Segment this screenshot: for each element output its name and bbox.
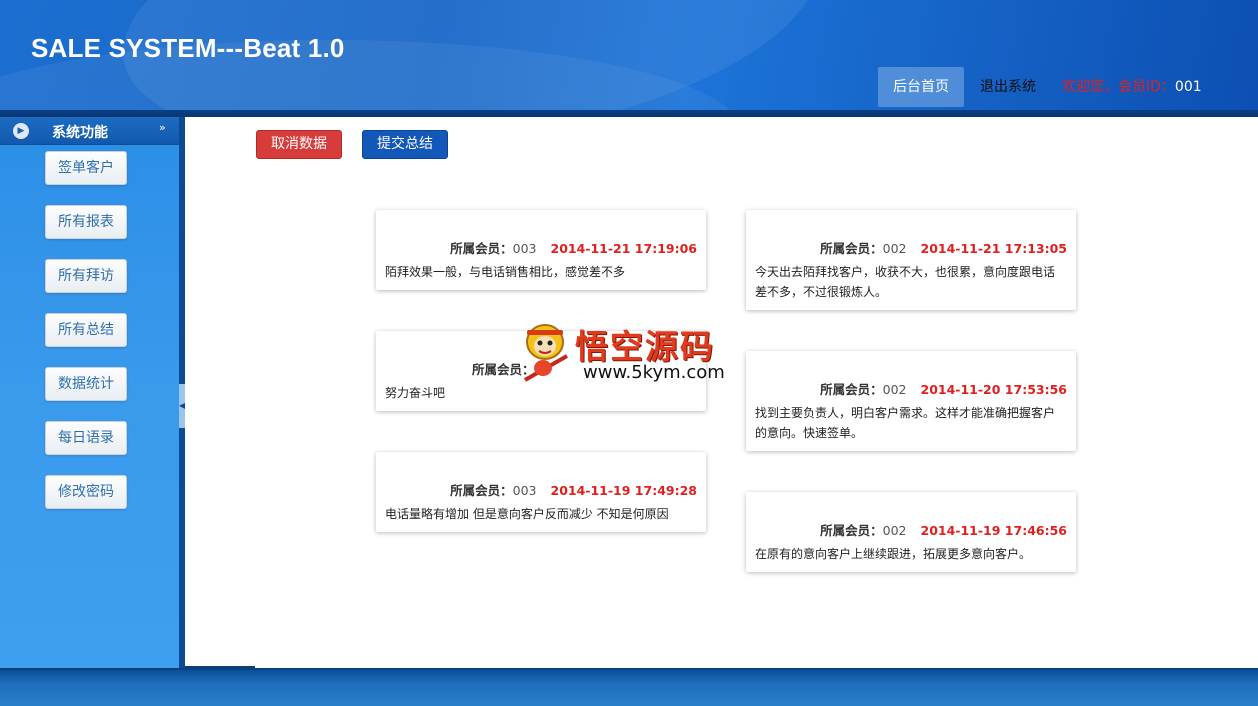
sidebar-item-all-summaries[interactable]: 所有总结 [45,313,127,347]
timestamp: 2014-11-19 17:49:28 [550,483,698,498]
header-divider [0,110,1258,117]
welcome-text: 欢迎您，会员ID：001 [1062,67,1202,107]
summary-text: 在原有的意向客户上继续跟进，拓展更多意向客户。 [755,547,1032,561]
member-id: 002 [882,523,907,538]
sidebar-title: 系统功能 [52,125,108,141]
sidebar-header[interactable]: ▶ 系统功能 » [0,117,179,145]
sidebar-item-statistics[interactable]: 数据统计 [45,367,127,401]
watermark-logo: 悟空源码 www.5kym.com [515,318,745,388]
summary-card: 所属会员：002 2014-11-19 17:46:56 在原有的意向客户上继续跟… [746,492,1076,572]
member-id: 001 [1174,79,1202,95]
summary-text: 今天出去陌拜找客户，收获不大，也很累，意向度跟电话差不多，不过很锻炼人。 [755,265,1056,299]
play-circle-icon: ▶ [13,123,29,139]
sidebar-item-change-password[interactable]: 修改密码 [45,475,127,509]
monkey-mascot-icon [524,324,568,382]
sidebar-item-daily-quotes[interactable]: 每日语录 [45,421,127,455]
welcome-label: 欢迎您，会员ID： [1062,79,1175,95]
timestamp: 2014-11-19 17:46:56 [920,523,1068,538]
summary-text: 电话量略有增加 但是意向客户反而减少 不知是何原因 [385,507,669,521]
header-banner: SALE SYSTEM---Beat 1.0 后台首页 退出系统 欢迎您，会员I… [0,0,1258,113]
cancel-data-button[interactable]: 取消数据 [256,130,342,159]
timestamp: 2014-11-20 17:53:56 [920,382,1068,397]
summary-card: 所属会员：002 2014-11-20 17:53:56 找到主要负责人，明白客户… [746,351,1076,451]
member-id: 003 [512,241,537,256]
watermark-url: www.5kym.com [583,362,725,383]
member-label: 所属会员： [450,483,513,498]
summary-text: 陌拜效果一般，与电话销售相比，感觉差不多 [385,265,626,279]
main-content: 取消数据 提交总结 所属会员：003 2014-11-21 17:19:06 陌拜… [185,117,1258,668]
member-id: 002 [882,382,907,397]
member-label: 所属会员： [820,523,883,538]
app-title: SALE SYSTEM---Beat 1.0 [31,33,345,63]
sidebar: ▶ 系统功能 » 签单客户 所有报表 所有拜访 所有总结 数据统计 每日语录 修… [0,117,179,668]
timestamp: 2014-11-21 17:19:06 [550,241,698,256]
member-label: 所属会员： [450,241,513,256]
summary-text: 找到主要负责人，明白客户需求。这样才能准确把握客户的意向。快速签单。 [755,406,1056,440]
member-label: 所属会员： [820,241,883,256]
member-label: 所属会员： [820,382,883,397]
sidebar-item-all-visits[interactable]: 所有拜访 [45,259,127,293]
nav-home-link[interactable]: 后台首页 [878,67,964,107]
submit-summary-button[interactable]: 提交总结 [362,130,448,159]
footer-bar [0,668,1258,706]
summary-card: 所属会员：003 2014-11-21 17:19:06 陌拜效果一般，与电话销售… [376,210,706,290]
member-id: 002 [882,241,907,256]
member-id: 003 [512,483,537,498]
summary-card: 所属会员：002 2014-11-21 17:13:05 今天出去陌拜找客户，收获… [746,210,1076,310]
sidebar-item-all-reports[interactable]: 所有报表 [45,205,127,239]
nav-logout-link[interactable]: 退出系统 [980,67,1036,107]
sidebar-item-signed-customers[interactable]: 签单客户 [45,151,127,185]
chevron-double-down-icon[interactable]: » [159,121,166,134]
summary-card: 所属会员：003 2014-11-19 17:49:28 电话量略有增加 但是意向… [376,452,706,532]
timestamp: 2014-11-21 17:13:05 [920,241,1068,256]
watermark-brand: 悟空源码 [575,327,715,366]
